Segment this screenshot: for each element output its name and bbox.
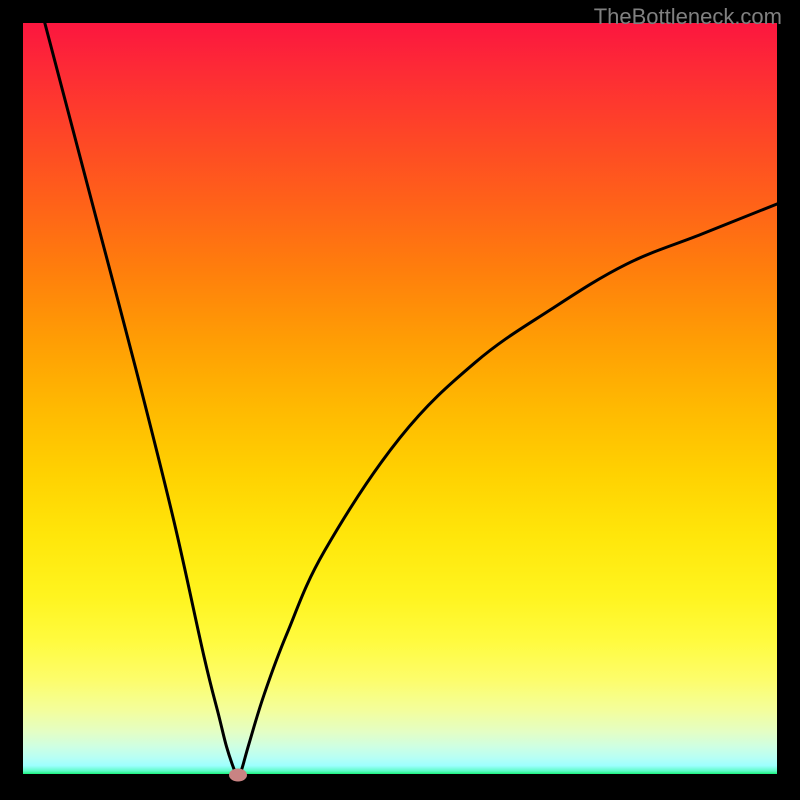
optimal-point-marker (229, 769, 247, 782)
chart-plot-area (23, 23, 777, 777)
watermark-text: TheBottleneck.com (594, 4, 782, 30)
bottleneck-curve (23, 23, 777, 777)
